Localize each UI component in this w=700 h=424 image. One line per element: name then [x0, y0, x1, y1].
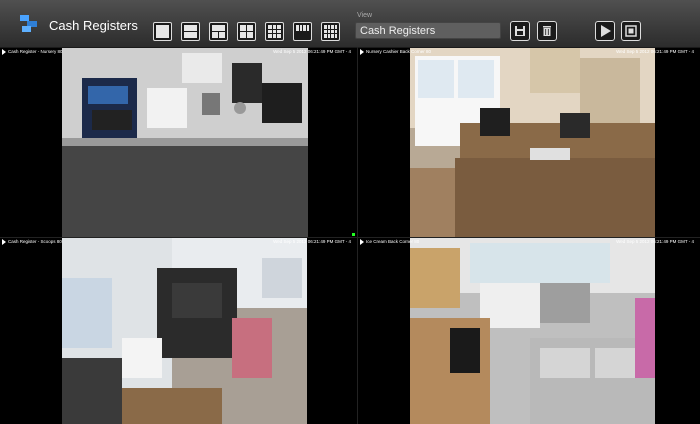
layout-buttons: [153, 22, 340, 41]
tile-menu-arrow-icon[interactable]: [360, 239, 364, 245]
tile-menu-arrow-icon[interactable]: [2, 49, 6, 55]
camera-name: Ice Cream Back Corner 80: [366, 239, 420, 244]
layout-3x3-button[interactable]: [265, 22, 284, 41]
cameras-icon: [19, 13, 41, 35]
camera-timestamp: Wed Sep 5 2012 06:21:49 PM GMT - 4: [616, 49, 694, 54]
layout-2x2-button[interactable]: [237, 22, 256, 41]
trash-icon: [543, 26, 551, 36]
floppy-disk-icon: [515, 26, 525, 36]
delete-view-button[interactable]: [537, 21, 557, 41]
grid-divider-vertical: [357, 47, 358, 424]
camera-name: Nursery Cashier Back Corner 80: [366, 49, 432, 54]
play-button[interactable]: [595, 21, 615, 41]
camera-feed-image: [410, 238, 655, 424]
camera-feed-image: [62, 238, 307, 424]
view-name-field[interactable]: Cash Registers: [355, 22, 501, 39]
toolbar: Cash Registers View Cash Registers: [0, 0, 700, 48]
camera-feed-image: [62, 48, 308, 237]
camera-feed-image: [410, 48, 655, 237]
camera-name: Cash Register - Nursery 80: [8, 49, 63, 54]
fullscreen-icon: [625, 25, 637, 37]
layout-1x1-button[interactable]: [153, 22, 172, 41]
layout-1x2-button[interactable]: [181, 22, 200, 41]
camera-timestamp: Wed Sep 5 2012 06:21:49 PM GMT - 4: [616, 239, 694, 244]
view-label: View: [357, 12, 373, 19]
camera-name: Cash Register - Scoops 80: [8, 239, 62, 244]
fullscreen-button[interactable]: [621, 21, 641, 41]
camera-tile-ice-cream-back-corner[interactable]: Ice Cream Back Corner 80 Wed Sep 5 2012 …: [358, 238, 700, 424]
camera-timestamp: Wed Sep 5 2012 06:21:49 PM GMT - 4: [273, 49, 351, 54]
camera-tile-cash-register-scoops[interactable]: Cash Register - Scoops 80 Wed Sep 5 2012…: [0, 238, 357, 424]
camera-tile-nursery-cashier-back-corner[interactable]: Nursery Cashier Back Corner 80 Wed Sep 5…: [358, 48, 700, 237]
play-icon: [601, 25, 611, 37]
save-view-button[interactable]: [510, 21, 530, 41]
status-indicator: [352, 233, 355, 236]
tile-menu-arrow-icon[interactable]: [2, 239, 6, 245]
layout-2x1-button[interactable]: [209, 22, 228, 41]
layout-4x4-button[interactable]: [293, 22, 312, 41]
app-title: Cash Registers: [49, 18, 138, 33]
layout-5x5-button[interactable]: [321, 22, 340, 41]
camera-timestamp: Wed Sep 5 2012 06:21:49 PM GMT - 4: [273, 239, 351, 244]
grid-divider-horizontal: [0, 237, 700, 238]
camera-tile-cash-register-nursery[interactable]: Cash Register - Nursery 80 Wed Sep 5 201…: [0, 48, 357, 237]
tile-menu-arrow-icon[interactable]: [360, 49, 364, 55]
